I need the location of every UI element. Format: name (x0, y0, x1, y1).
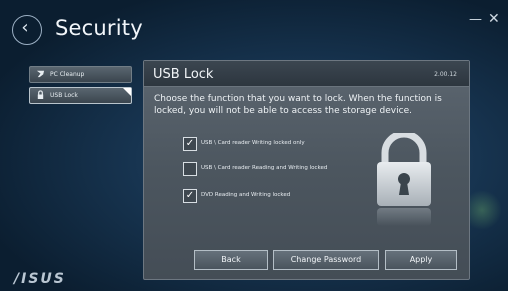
large-padlock-icon (369, 130, 439, 237)
checkbox[interactable]: ✓ (183, 137, 197, 151)
panel-header: USB Lock 2.00.12 (144, 61, 469, 87)
checkbox[interactable] (183, 162, 197, 176)
option-label: USB \ Card reader Writing locked only (201, 140, 305, 146)
panel-title: USB Lock (153, 67, 214, 82)
checkbox[interactable]: ✓ (183, 189, 197, 203)
option-label: DVD Reading and Writing locked (201, 192, 291, 198)
change-password-button[interactable]: Change Password (273, 250, 379, 270)
security-window: ‹ Security — ✕ PC Cleanup USB Lock USB L… (0, 0, 508, 291)
back-arrow-button[interactable]: ‹ (12, 15, 42, 45)
usb-lock-panel: USB Lock 2.00.12 Choose the function tha… (143, 60, 470, 280)
close-button[interactable]: ✕ (488, 11, 500, 27)
sidebar-item-label: USB Lock (50, 92, 78, 99)
page-title: Security (55, 16, 143, 40)
padlock-icon (36, 90, 45, 102)
back-button[interactable]: Back (194, 250, 268, 270)
title-bar: ‹ Security — ✕ (0, 0, 508, 50)
asus-logo: /ISUS (14, 271, 66, 287)
sidebar-item-usb-lock[interactable]: USB Lock (29, 87, 132, 104)
sidebar-item-label: PC Cleanup (50, 71, 85, 78)
description-text: Choose the function that you want to loc… (154, 94, 442, 116)
minimize-button[interactable]: — (469, 12, 482, 27)
sidebar-item-pc-cleanup[interactable]: PC Cleanup (29, 66, 132, 83)
back-arrow-icon: ‹ (21, 17, 29, 38)
broom-icon (36, 69, 45, 81)
apply-button[interactable]: Apply (385, 250, 457, 270)
option-label: USB \ Card reader Reading and Writing lo… (201, 165, 328, 171)
version-label: 2.00.12 (434, 71, 457, 78)
